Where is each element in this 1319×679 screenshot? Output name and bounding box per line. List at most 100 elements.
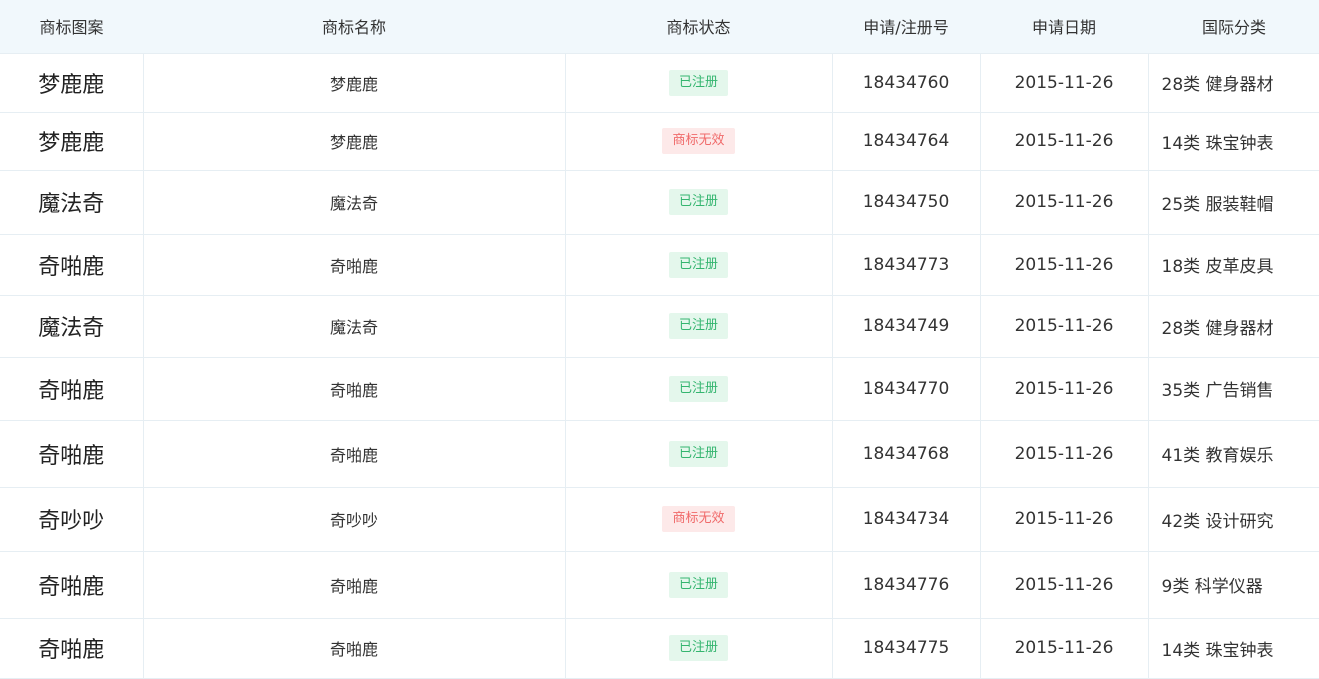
application-number-cell: 18434764	[832, 112, 981, 171]
trademark-image[interactable]: 魔法奇	[38, 186, 104, 218]
trademark-status-cell: 已注册	[565, 170, 833, 235]
trademark-name[interactable]: 奇吵吵	[330, 511, 378, 530]
international-class: 25类 服装鞋帽	[1161, 194, 1274, 215]
trademark-status-cell: 已注册	[565, 357, 833, 421]
trademark-name[interactable]: 奇啪鹿	[330, 577, 378, 596]
application-date-cell: 2015-11-26	[980, 112, 1149, 171]
column-header-app-no: 申请/注册号	[832, 0, 980, 54]
international-class: 14类 珠宝钟表	[1161, 640, 1274, 661]
international-class: 28类 健身器材	[1161, 75, 1274, 95]
trademark-name[interactable]: 奇啪鹿	[330, 257, 378, 276]
trademark-name[interactable]: 魔法奇	[330, 318, 378, 337]
trademark-name-cell: 奇啪鹿	[143, 234, 566, 296]
application-date: 2015-11-26	[1014, 443, 1114, 464]
application-number: 18434760	[862, 72, 950, 93]
application-date: 2015-11-26	[1014, 378, 1114, 399]
table-body: 梦鹿鹿 梦鹿鹿 已注册 18434760 2015-11-26 28类 健身器材…	[0, 53, 1319, 679]
header-row: 商标图案 商标名称 商标状态 申请/注册号 申请日期 国际分类	[0, 0, 1319, 54]
application-number-cell: 18434773	[832, 234, 981, 296]
international-class: 9类 科学仪器	[1161, 577, 1263, 597]
table-header: 商标图案 商标名称 商标状态 申请/注册号 申请日期 国际分类	[0, 0, 1319, 54]
application-number: 18434768	[862, 443, 950, 464]
trademark-image-cell: 奇啪鹿	[0, 618, 144, 679]
table-row[interactable]: 奇啪鹿 奇啪鹿 已注册 18434768 2015-11-26 41类 教育娱乐	[0, 420, 1319, 488]
trademark-name[interactable]: 奇啪鹿	[330, 381, 378, 400]
application-date: 2015-11-26	[1014, 192, 1114, 212]
trademark-name-cell: 梦鹿鹿	[143, 53, 566, 113]
application-number: 18434750	[862, 192, 950, 212]
trademark-status-cell: 商标无效	[565, 112, 833, 171]
application-date-cell: 2015-11-26	[980, 420, 1149, 488]
trademark-image[interactable]: 奇吵吵	[38, 503, 104, 535]
status-badge: 已注册	[668, 189, 728, 215]
trademark-name[interactable]: 奇啪鹿	[330, 446, 378, 465]
trademark-image[interactable]: 梦鹿鹿	[38, 67, 104, 99]
table-row[interactable]: 魔法奇 魔法奇 已注册 18434750 2015-11-26 25类 服装鞋帽	[0, 170, 1319, 235]
column-header-image: 商标图案	[0, 0, 143, 54]
application-date-cell: 2015-11-26	[980, 295, 1149, 358]
trademark-name[interactable]: 魔法奇	[330, 194, 378, 213]
trademark-image-cell: 梦鹿鹿	[0, 53, 144, 113]
status-badge: 商标无效	[662, 128, 735, 154]
international-class-cell: 35类 广告销售	[1148, 357, 1319, 421]
trademark-name-cell: 奇啪鹿	[143, 357, 566, 421]
trademark-image[interactable]: 奇啪鹿	[38, 373, 104, 405]
trademark-image[interactable]: 奇啪鹿	[38, 569, 104, 601]
international-class-cell: 14类 珠宝钟表	[1148, 618, 1319, 679]
trademark-name[interactable]: 梦鹿鹿	[330, 75, 378, 94]
application-date: 2015-11-26	[1014, 574, 1114, 595]
table-row[interactable]: 梦鹿鹿 梦鹿鹿 商标无效 18434764 2015-11-26 14类 珠宝钟…	[0, 112, 1319, 171]
trademark-image-cell: 梦鹿鹿	[0, 112, 144, 171]
international-class: 42类 设计研究	[1161, 511, 1274, 532]
table-row[interactable]: 奇啪鹿 奇啪鹿 已注册 18434770 2015-11-26 35类 广告销售	[0, 357, 1319, 421]
application-date-cell: 2015-11-26	[980, 551, 1149, 619]
trademark-image[interactable]: 梦鹿鹿	[38, 125, 104, 157]
trademark-image[interactable]: 奇啪鹿	[38, 632, 104, 664]
status-badge: 已注册	[668, 571, 728, 598]
application-number: 18434776	[862, 574, 950, 595]
international-class-cell: 28类 健身器材	[1148, 295, 1319, 358]
column-header-status: 商标状态	[565, 0, 832, 54]
table-row[interactable]: 奇啪鹿 奇啪鹿 已注册 18434775 2015-11-26 14类 珠宝钟表	[0, 618, 1319, 679]
trademark-status-cell: 已注册	[565, 618, 833, 679]
application-number-cell: 18434768	[832, 420, 981, 488]
table-row[interactable]: 奇啪鹿 奇啪鹿 已注册 18434773 2015-11-26 18类 皮革皮具	[0, 234, 1319, 296]
application-date-cell: 2015-11-26	[980, 53, 1149, 113]
international-class: 35类 广告销售	[1161, 381, 1274, 401]
status-badge: 已注册	[668, 635, 728, 661]
trademark-table: 商标图案 商标名称 商标状态 申请/注册号 申请日期 国际分类 梦鹿鹿 梦鹿鹿 …	[0, 0, 1319, 679]
application-date-cell: 2015-11-26	[980, 487, 1149, 552]
international-class-cell: 25类 服装鞋帽	[1148, 170, 1319, 235]
international-class: 18类 皮革皮具	[1161, 257, 1274, 277]
table-row[interactable]: 魔法奇 魔法奇 已注册 18434749 2015-11-26 28类 健身器材	[0, 295, 1319, 358]
international-class-cell: 28类 健身器材	[1148, 53, 1319, 113]
application-date-cell: 2015-11-26	[980, 618, 1149, 679]
international-class-cell: 41类 教育娱乐	[1148, 420, 1319, 488]
application-date: 2015-11-26	[1014, 509, 1114, 529]
trademark-status-cell: 已注册	[565, 295, 833, 358]
trademark-image[interactable]: 奇啪鹿	[38, 249, 104, 281]
application-number: 18434775	[862, 638, 950, 658]
table-row[interactable]: 奇啪鹿 奇啪鹿 已注册 18434776 2015-11-26 9类 科学仪器	[0, 551, 1319, 619]
trademark-name[interactable]: 梦鹿鹿	[330, 133, 378, 152]
application-number-cell: 18434734	[832, 487, 981, 552]
trademark-image[interactable]: 魔法奇	[38, 310, 104, 342]
table-row[interactable]: 奇吵吵 奇吵吵 商标无效 18434734 2015-11-26 42类 设计研…	[0, 487, 1319, 552]
application-number: 18434749	[862, 316, 950, 336]
trademark-name-cell: 奇啪鹿	[143, 551, 566, 619]
table-row[interactable]: 梦鹿鹿 梦鹿鹿 已注册 18434760 2015-11-26 28类 健身器材	[0, 53, 1319, 113]
international-class-cell: 9类 科学仪器	[1148, 551, 1319, 619]
application-number-cell: 18434760	[832, 53, 981, 113]
trademark-status-cell: 已注册	[565, 234, 833, 296]
trademark-name[interactable]: 奇啪鹿	[330, 640, 378, 659]
status-badge: 已注册	[668, 375, 728, 402]
trademark-name-cell: 奇啪鹿	[143, 618, 566, 679]
international-class: 28类 健身器材	[1161, 318, 1274, 339]
status-badge: 商标无效	[662, 506, 735, 532]
trademark-image-cell: 奇啪鹿	[0, 234, 144, 296]
international-class-cell: 42类 设计研究	[1148, 487, 1319, 552]
application-date: 2015-11-26	[1014, 72, 1114, 93]
trademark-image[interactable]: 奇啪鹿	[38, 438, 104, 470]
status-badge: 已注册	[668, 313, 728, 339]
status-badge: 已注册	[668, 440, 728, 467]
